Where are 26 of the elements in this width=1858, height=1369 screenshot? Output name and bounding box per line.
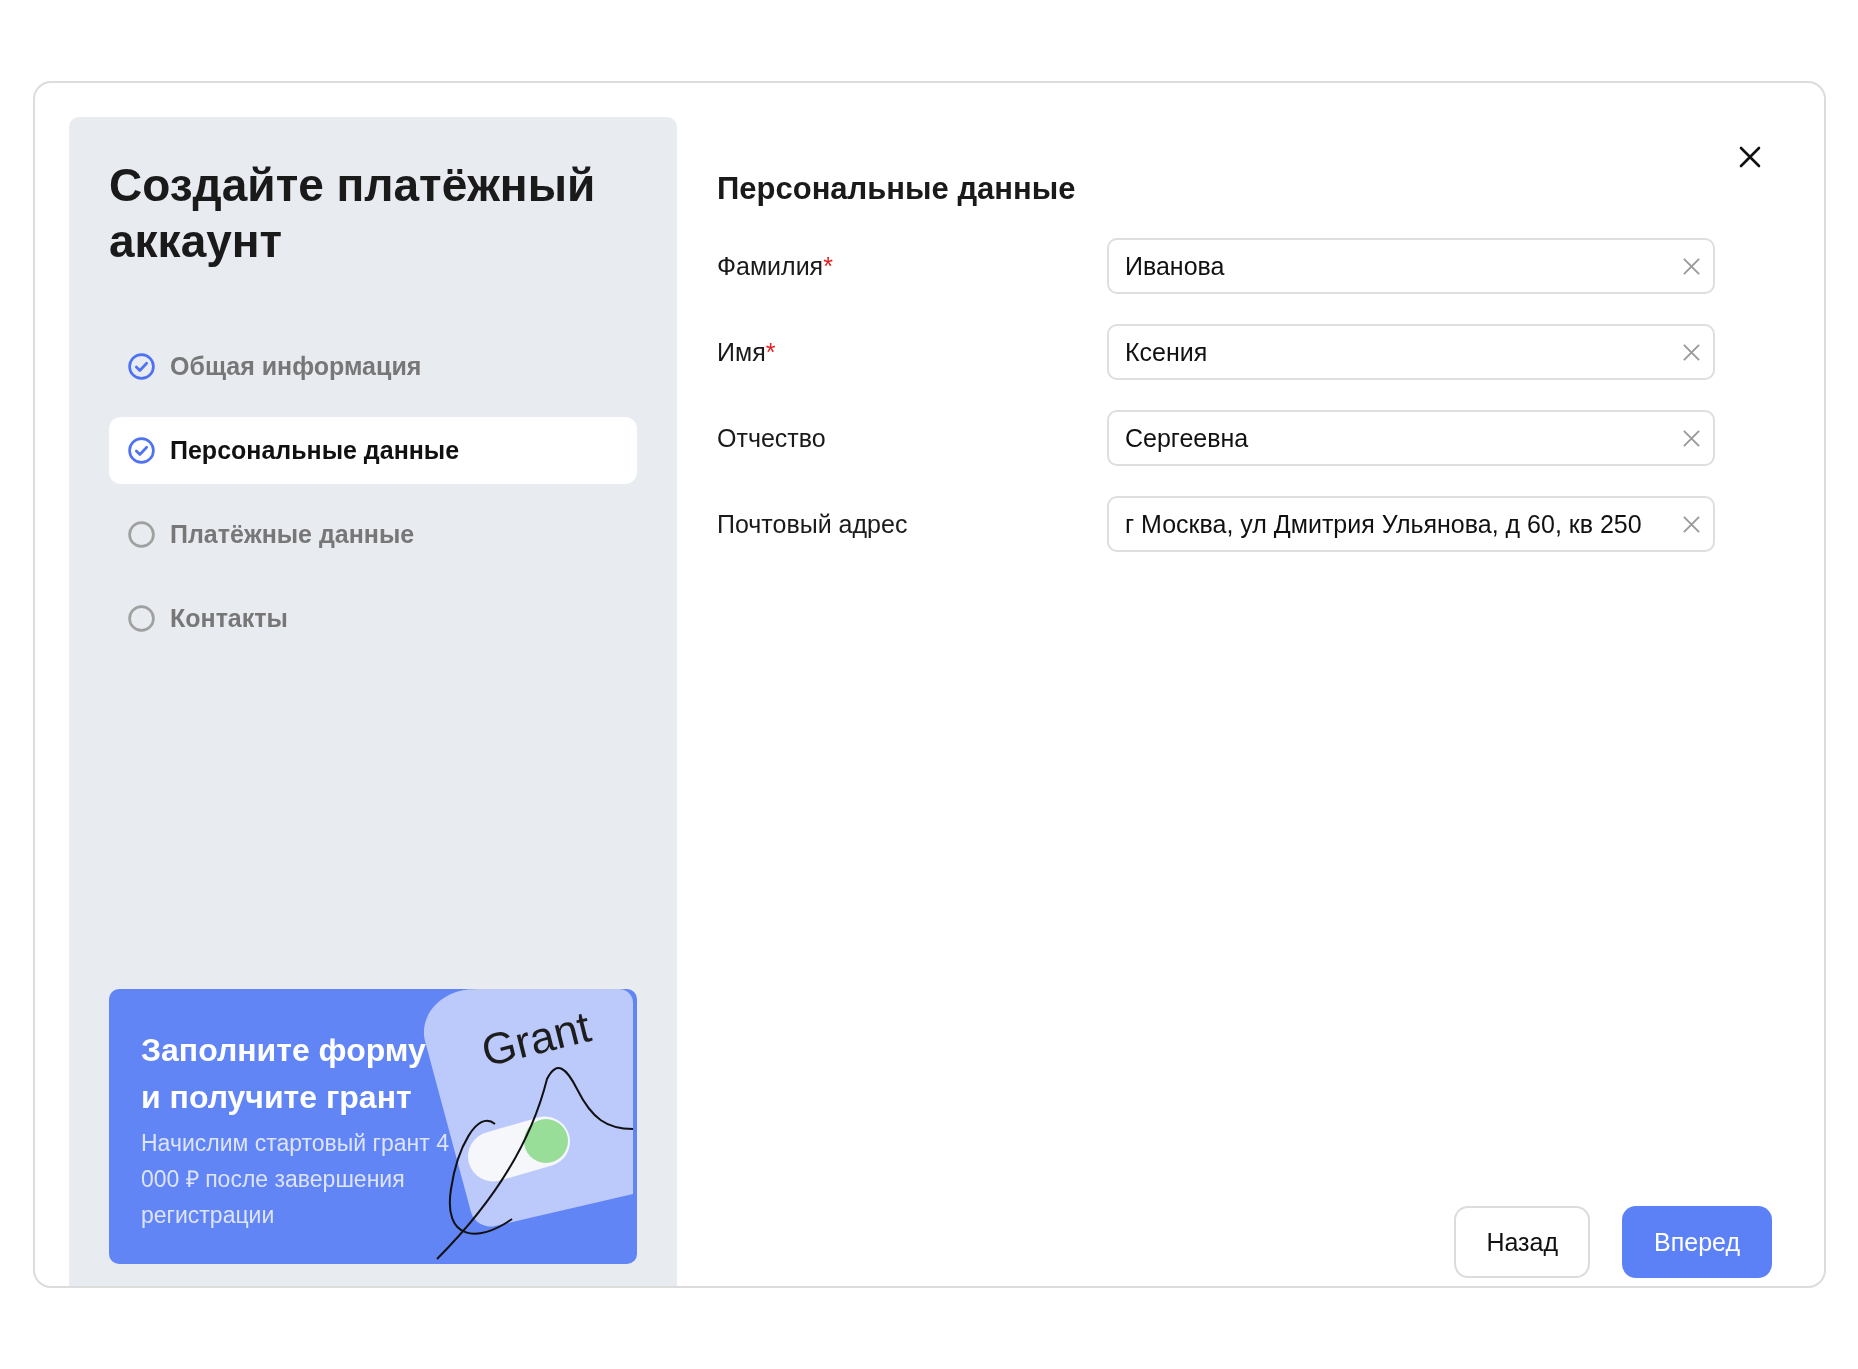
text-field[interactable]: г Москва, ул Дмитрия Ульянова, д 60, кв 250: [1107, 496, 1715, 552]
field-label: Фамилия*: [717, 251, 834, 281]
back-button[interactable]: Назад: [1454, 1206, 1591, 1278]
text-field[interactable]: Иванова: [1107, 238, 1715, 294]
step-item[interactable]: Общая информация: [109, 333, 637, 400]
clear-icon[interactable]: [1682, 256, 1701, 276]
required-mark: *: [765, 337, 776, 366]
card-label: Grant: [477, 1004, 595, 1074]
text-field[interactable]: Ксения: [1107, 324, 1715, 380]
step-item[interactable]: Платёжные данные: [109, 501, 637, 568]
clear-icon[interactable]: [1682, 514, 1701, 534]
sidebar-title: Создайте платёжный аккаунт: [109, 158, 597, 269]
close-icon[interactable]: [1738, 145, 1762, 169]
field-label: Имя*: [717, 337, 777, 367]
required-mark: *: [823, 251, 833, 280]
promo-title: Заполните форму и получите грант: [141, 1031, 427, 1117]
text-field[interactable]: Сергеевна: [1107, 410, 1715, 466]
step-item[interactable]: Контакты: [109, 585, 637, 652]
clear-icon[interactable]: [1682, 342, 1701, 362]
promo-text: Начислим стартовый грант 4 000 ₽ после завершения регистрации: [141, 1129, 450, 1230]
form-title: Персональные данные: [717, 171, 1076, 207]
next-button[interactable]: Вперед: [1622, 1206, 1772, 1278]
step-item[interactable]: Персональные данные: [109, 417, 637, 484]
field-label: Почтовый адрес: [717, 509, 909, 539]
clear-icon[interactable]: [1682, 428, 1701, 448]
field-label: Отчество: [717, 423, 827, 453]
